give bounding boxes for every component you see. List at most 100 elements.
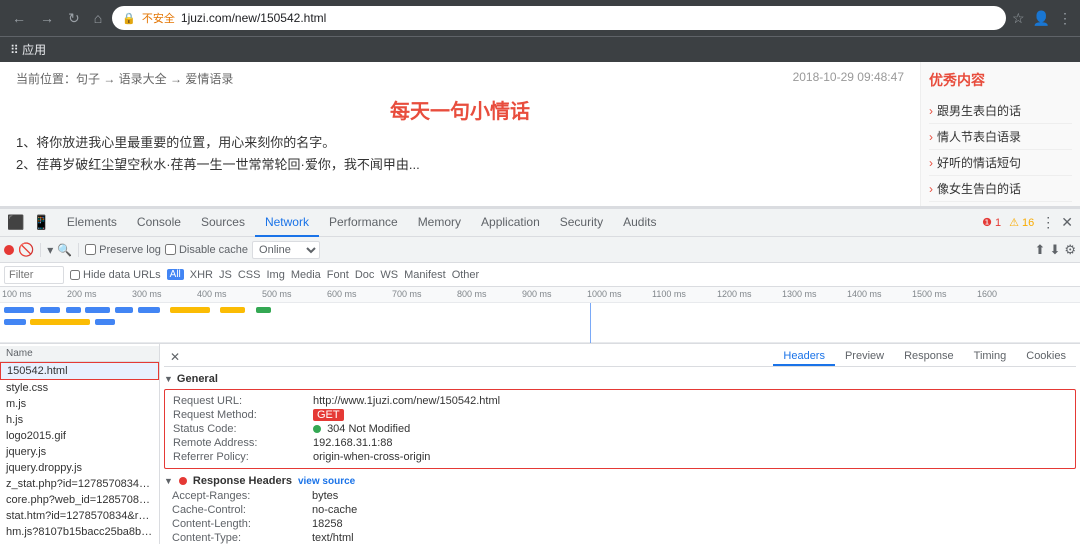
error-count: ❶ 1 xyxy=(978,216,1005,229)
record-button[interactable] xyxy=(4,245,14,255)
clear-button[interactable]: 🚫 xyxy=(18,242,34,258)
address-bar[interactable]: 🔒 不安全 1juzi.com/new/150542.html xyxy=(112,6,1006,30)
throttle-select[interactable]: Online Slow 3G Fast 3G Offline xyxy=(252,241,320,259)
cache-control-row: Cache-Control: no-cache xyxy=(172,503,1068,517)
request-url-label: Request URL: xyxy=(173,395,313,407)
file-item-10[interactable]: hm.js?8107b15bacc25ba8b7f... xyxy=(0,524,159,540)
file-item-8[interactable]: core.php?web_id=12857083... xyxy=(0,492,159,508)
security-label: 不安全 xyxy=(142,10,175,26)
timeline-bar-6 xyxy=(138,307,160,313)
content-length-label: Content-Length: xyxy=(172,518,312,530)
devtools-more-button[interactable]: ⋮ xyxy=(1038,214,1058,231)
devtools-close-button[interactable]: ✕ xyxy=(1058,214,1076,231)
xhr-filter[interactable]: XHR xyxy=(190,269,213,281)
home-button[interactable]: ⌂ xyxy=(90,8,106,28)
preserve-log-text: Preserve log xyxy=(99,244,161,256)
detail-close-button[interactable]: ✕ xyxy=(164,348,186,366)
referrer-policy-label: Referrer Policy: xyxy=(173,451,313,463)
filter-toggle[interactable]: ▾ xyxy=(47,243,53,257)
doc-filter[interactable]: Doc xyxy=(355,269,375,281)
detail-tab-timing[interactable]: Timing xyxy=(964,348,1017,366)
tick-6: 700 ms xyxy=(392,289,422,299)
tab-console[interactable]: Console xyxy=(127,209,191,237)
search-toggle[interactable]: 🔍 xyxy=(57,243,72,257)
devtools-inspect-button[interactable]: ⬛ xyxy=(4,214,27,231)
file-item-9[interactable]: stat.htm?id=1278570834&r=h... xyxy=(0,508,159,524)
timeline-bar-11 xyxy=(30,319,90,325)
reload-button[interactable]: ↻ xyxy=(64,8,84,29)
column-name: Name xyxy=(6,348,33,359)
img-filter[interactable]: Img xyxy=(266,269,284,281)
file-item-3[interactable]: h.js xyxy=(0,412,159,428)
settings-button[interactable]: ⚙ xyxy=(1064,242,1076,258)
preserve-log-checkbox[interactable] xyxy=(85,244,96,255)
tab-audits[interactable]: Audits xyxy=(613,209,666,237)
page-text-2: 2、荏苒岁破红尘望空秋水·荏苒一生一世常常轮回·爱你，我不闻甲由... xyxy=(16,154,904,176)
file-item-1[interactable]: style.css xyxy=(0,380,159,396)
tick-3: 400 ms xyxy=(197,289,227,299)
page-title: 每天一句小情话 xyxy=(16,95,904,124)
disable-cache-checkbox[interactable] xyxy=(165,244,176,255)
detail-tab-response[interactable]: Response xyxy=(894,348,964,366)
css-filter[interactable]: CSS xyxy=(238,269,261,281)
content-length-value: 18258 xyxy=(312,518,343,530)
disable-cache-label[interactable]: Disable cache xyxy=(165,244,248,256)
timeline-bar-10 xyxy=(4,319,26,325)
content-type-label: Content-Type: xyxy=(172,532,312,544)
ws-filter[interactable]: WS xyxy=(380,269,398,281)
file-item-0[interactable]: 150542.html xyxy=(0,362,159,380)
tab-elements[interactable]: Elements xyxy=(57,209,127,237)
tick-14: 1500 ms xyxy=(912,289,947,299)
general-section-header[interactable]: General xyxy=(164,371,1076,387)
tab-security[interactable]: Security xyxy=(550,209,613,237)
other-filter[interactable]: Other xyxy=(452,269,480,281)
tab-sources[interactable]: Sources xyxy=(191,209,255,237)
apps-label[interactable]: ⠿ 应用 xyxy=(10,41,46,58)
file-item-6[interactable]: jquery.droppy.js xyxy=(0,460,159,476)
view-source-link[interactable]: view source xyxy=(298,476,355,487)
sidebar-item-3[interactable]: 像女生告白的话 xyxy=(929,176,1072,202)
js-filter[interactable]: JS xyxy=(219,269,232,281)
detail-tab-cookies[interactable]: Cookies xyxy=(1016,348,1076,366)
detail-tab-preview[interactable]: Preview xyxy=(835,348,894,366)
file-list: Name 150542.html style.css m.js h.js log… xyxy=(0,344,160,544)
file-item-4[interactable]: logo2015.gif xyxy=(0,428,159,444)
file-item-7[interactable]: z_stat.php?id=1278570834&... xyxy=(0,476,159,492)
back-button[interactable]: ← xyxy=(8,8,30,28)
timeline-bar-5 xyxy=(115,307,133,313)
menu-button[interactable]: ⋮ xyxy=(1058,10,1072,27)
font-filter[interactable]: Font xyxy=(327,269,349,281)
page-content: 当前位置：句子 → 语录大全 → 爱情语录 2018-10-29 09:48:4… xyxy=(0,62,920,206)
detail-tab-headers[interactable]: Headers xyxy=(773,348,835,366)
response-headers-label: Response Headers xyxy=(193,475,292,487)
hide-data-urls-label[interactable]: Hide data URLs xyxy=(70,269,161,281)
filter-input[interactable] xyxy=(4,266,64,284)
import-button[interactable]: ⬆ xyxy=(1035,242,1046,258)
filter-bar: Hide data URLs All XHR JS CSS Img Media … xyxy=(0,263,1080,287)
file-item-5[interactable]: jquery.js xyxy=(0,444,159,460)
timeline-ruler: 100 ms 200 ms 300 ms 400 ms 500 ms 600 m… xyxy=(0,287,1080,303)
sidebar-item-1[interactable]: 情人节表白语录 xyxy=(929,124,1072,150)
export-button[interactable]: ⬇ xyxy=(1049,242,1060,258)
manifest-filter[interactable]: Manifest xyxy=(404,269,446,281)
devtools-device-button[interactable]: 📱 xyxy=(29,214,52,231)
forward-button[interactable]: → xyxy=(36,8,58,28)
tab-performance[interactable]: Performance xyxy=(319,209,408,237)
response-headers-header[interactable]: Response Headers view source xyxy=(164,475,1076,487)
tick-13: 1400 ms xyxy=(847,289,882,299)
preserve-log-label[interactable]: Preserve log xyxy=(85,244,161,256)
account-button[interactable]: 👤 xyxy=(1033,10,1050,27)
timeline-bar-1 xyxy=(4,307,34,313)
tab-network[interactable]: Network xyxy=(255,209,319,237)
hide-data-urls-checkbox[interactable] xyxy=(70,270,80,280)
media-filter[interactable]: Media xyxy=(291,269,321,281)
browser-actions: ☆ 👤 ⋮ xyxy=(1012,10,1072,27)
tab-memory[interactable]: Memory xyxy=(408,209,471,237)
timeline-bar-8 xyxy=(220,307,245,313)
file-item-2[interactable]: m.js xyxy=(0,396,159,412)
bookmark-button[interactable]: ☆ xyxy=(1012,10,1025,27)
toolbar-sep-2 xyxy=(78,243,79,257)
tab-application[interactable]: Application xyxy=(471,209,550,237)
sidebar-item-0[interactable]: 跟男生表白的话 xyxy=(929,98,1072,124)
sidebar-item-2[interactable]: 好听的情话短句 xyxy=(929,150,1072,176)
